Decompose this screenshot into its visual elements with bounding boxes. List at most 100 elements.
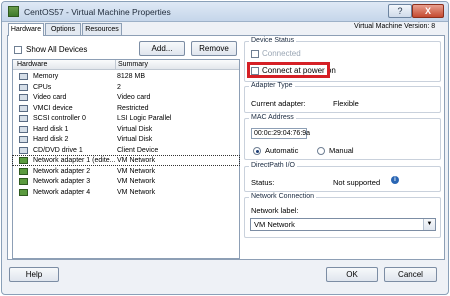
- hardware-name: Hard disk 1: [33, 125, 69, 133]
- mac-address-title: MAC Address: [249, 114, 296, 121]
- device-status-section: Device Status Connected Connect at power…: [244, 37, 441, 82]
- checkbox-icon[interactable]: [251, 49, 259, 58]
- radio-selected-icon[interactable]: [253, 146, 261, 155]
- hardware-panel: Show All Devices Add... Remove Hardware …: [7, 35, 445, 260]
- hardware-summary: Virtual Disk: [117, 136, 153, 143]
- hardware-summary: VM Network: [117, 167, 156, 175]
- hardware-summary: 8128 MB: [117, 73, 146, 80]
- title-bar: CentOS57 - Virtual Machine Properties ? …: [2, 2, 448, 22]
- hardware-row[interactable]: SCSI controller 0 LSI Logic Parallel: [13, 114, 239, 123]
- hardware-summary: Video card: [117, 94, 151, 101]
- properties-window: CentOS57 - Virtual Machine Properties ? …: [1, 1, 449, 295]
- checkbox-icon[interactable]: [14, 45, 22, 54]
- connected-checkbox[interactable]: Connected: [251, 49, 301, 58]
- tab-resources[interactable]: Resources: [82, 23, 122, 35]
- show-all-devices-checkbox[interactable]: Show All Devices: [14, 45, 87, 54]
- hardware-summary: LSI Logic Parallel: [117, 115, 172, 122]
- ok-button[interactable]: OK: [326, 267, 378, 282]
- radio-icon[interactable]: [317, 146, 325, 155]
- hardware-name: Video card: [33, 94, 67, 101]
- manual-radio[interactable]: Manual: [317, 146, 354, 155]
- scsi-icon: [19, 115, 28, 122]
- adapter-type-section: Adapter Type Current adapter: Flexible: [244, 82, 441, 113]
- hardware-summary: Virtual Disk: [117, 125, 153, 133]
- manual-label: Manual: [329, 146, 354, 155]
- network-label-label: Network label:: [251, 206, 299, 215]
- directpath-status-label: Status:: [251, 178, 275, 187]
- window-close-button[interactable]: X: [412, 4, 444, 18]
- remove-button[interactable]: Remove: [191, 41, 237, 56]
- tab-hardware[interactable]: Hardware: [8, 23, 44, 36]
- network-adapter-icon: [19, 188, 28, 196]
- hard-disk-icon: [19, 125, 28, 133]
- mac-address-section: MAC Address 00:0c:29:04:76:9a Automatic …: [244, 114, 441, 160]
- network-connection-title: Network Connection: [249, 193, 317, 200]
- hardware-name: Hard disk 2: [33, 136, 69, 143]
- hardware-row[interactable]: Hard disk 1 Virtual Disk: [13, 125, 239, 134]
- window-title: CentOS57 - Virtual Machine Properties: [24, 7, 171, 17]
- hardware-name: Memory: [33, 73, 59, 80]
- hard-disk-icon: [19, 136, 28, 143]
- hardware-name: Network adapter 3: [33, 178, 91, 185]
- automatic-radio[interactable]: Automatic: [253, 146, 298, 155]
- network-adapter-icon: [19, 167, 28, 175]
- current-adapter-value: Flexible: [333, 99, 359, 108]
- hardware-name: Network adapter 4: [33, 188, 91, 196]
- memory-icon: [19, 73, 28, 80]
- connected-label: Connected: [262, 49, 301, 58]
- hardware-list-header: Hardware Summary: [13, 60, 239, 70]
- hardware-summary: VM Network: [117, 157, 156, 164]
- column-summary[interactable]: Summary: [118, 61, 148, 68]
- hardware-name: Network adapter 2: [33, 167, 91, 175]
- hardware-row[interactable]: VMCI device Restricted: [13, 104, 239, 113]
- directpath-section: DirectPath I/O Status: Not supported i: [244, 162, 441, 192]
- hardware-summary: VM Network: [117, 188, 156, 196]
- vm-version-label: Virtual Machine Version: 8: [354, 23, 436, 30]
- window-help-button[interactable]: ?: [388, 4, 412, 18]
- hardware-row[interactable]: Network adapter 1 (edite... VM Network: [12, 155, 240, 166]
- network-adapter-icon: [19, 178, 28, 185]
- cancel-button[interactable]: Cancel: [384, 267, 437, 282]
- hardware-name: CPUs: [33, 83, 52, 91]
- hardware-row[interactable]: Memory 8128 MB: [13, 72, 239, 81]
- hardware-row[interactable]: Network adapter 3 VM Network: [13, 177, 239, 186]
- hardware-summary: 2: [117, 83, 121, 91]
- cd-drive-icon: [19, 146, 28, 154]
- chevron-down-icon[interactable]: ▼: [423, 219, 435, 230]
- column-divider[interactable]: [115, 60, 116, 70]
- directpath-status-value: Not supported: [333, 178, 381, 187]
- hardware-row[interactable]: Network adapter 4 VM Network: [13, 188, 239, 197]
- mac-address-field[interactable]: 00:0c:29:04:76:9a: [251, 128, 310, 139]
- network-connection-section: Network Connection Network label: VM Net…: [244, 193, 441, 238]
- hardware-name: VMCI device: [33, 104, 73, 112]
- add-button[interactable]: Add...: [139, 41, 185, 56]
- hardware-summary: VM Network: [117, 178, 156, 185]
- column-hardware[interactable]: Hardware: [17, 61, 47, 68]
- video-card-icon: [19, 94, 28, 101]
- hardware-row[interactable]: CD/DVD drive 1 Client Device: [13, 146, 239, 155]
- current-adapter-label: Current adapter:: [251, 99, 306, 108]
- network-adapter-icon: [19, 157, 28, 164]
- info-icon[interactable]: i: [391, 176, 399, 184]
- network-label-value: VM Network: [254, 220, 295, 229]
- hardware-summary: Client Device: [117, 146, 159, 154]
- hardware-row[interactable]: Hard disk 2 Virtual Disk: [13, 135, 239, 144]
- hardware-list: Hardware Summary Memory 8128 MB CPUs 2 Video…: [12, 59, 240, 259]
- directpath-title: DirectPath I/O: [249, 162, 297, 169]
- tab-options[interactable]: Options: [45, 23, 81, 35]
- automatic-label: Automatic: [265, 146, 299, 155]
- device-status-title: Device Status: [249, 37, 297, 44]
- hardware-name: SCSI controller 0: [33, 115, 86, 122]
- adapter-type-title: Adapter Type: [249, 82, 295, 89]
- network-label-select[interactable]: VM Network ▼: [250, 218, 436, 231]
- hardware-row[interactable]: Video card Video card: [13, 93, 239, 102]
- vmci-icon: [19, 104, 28, 112]
- vm-icon: [8, 6, 19, 17]
- hardware-name: Network adapter 1 (edite...: [33, 157, 116, 164]
- hardware-summary: Restricted: [117, 104, 149, 112]
- highlight-box: [247, 62, 330, 78]
- hardware-row[interactable]: Network adapter 2 VM Network: [13, 167, 239, 176]
- help-button[interactable]: Help: [9, 267, 59, 282]
- hardware-row[interactable]: CPUs 2: [13, 83, 239, 92]
- hardware-name: CD/DVD drive 1: [33, 146, 83, 154]
